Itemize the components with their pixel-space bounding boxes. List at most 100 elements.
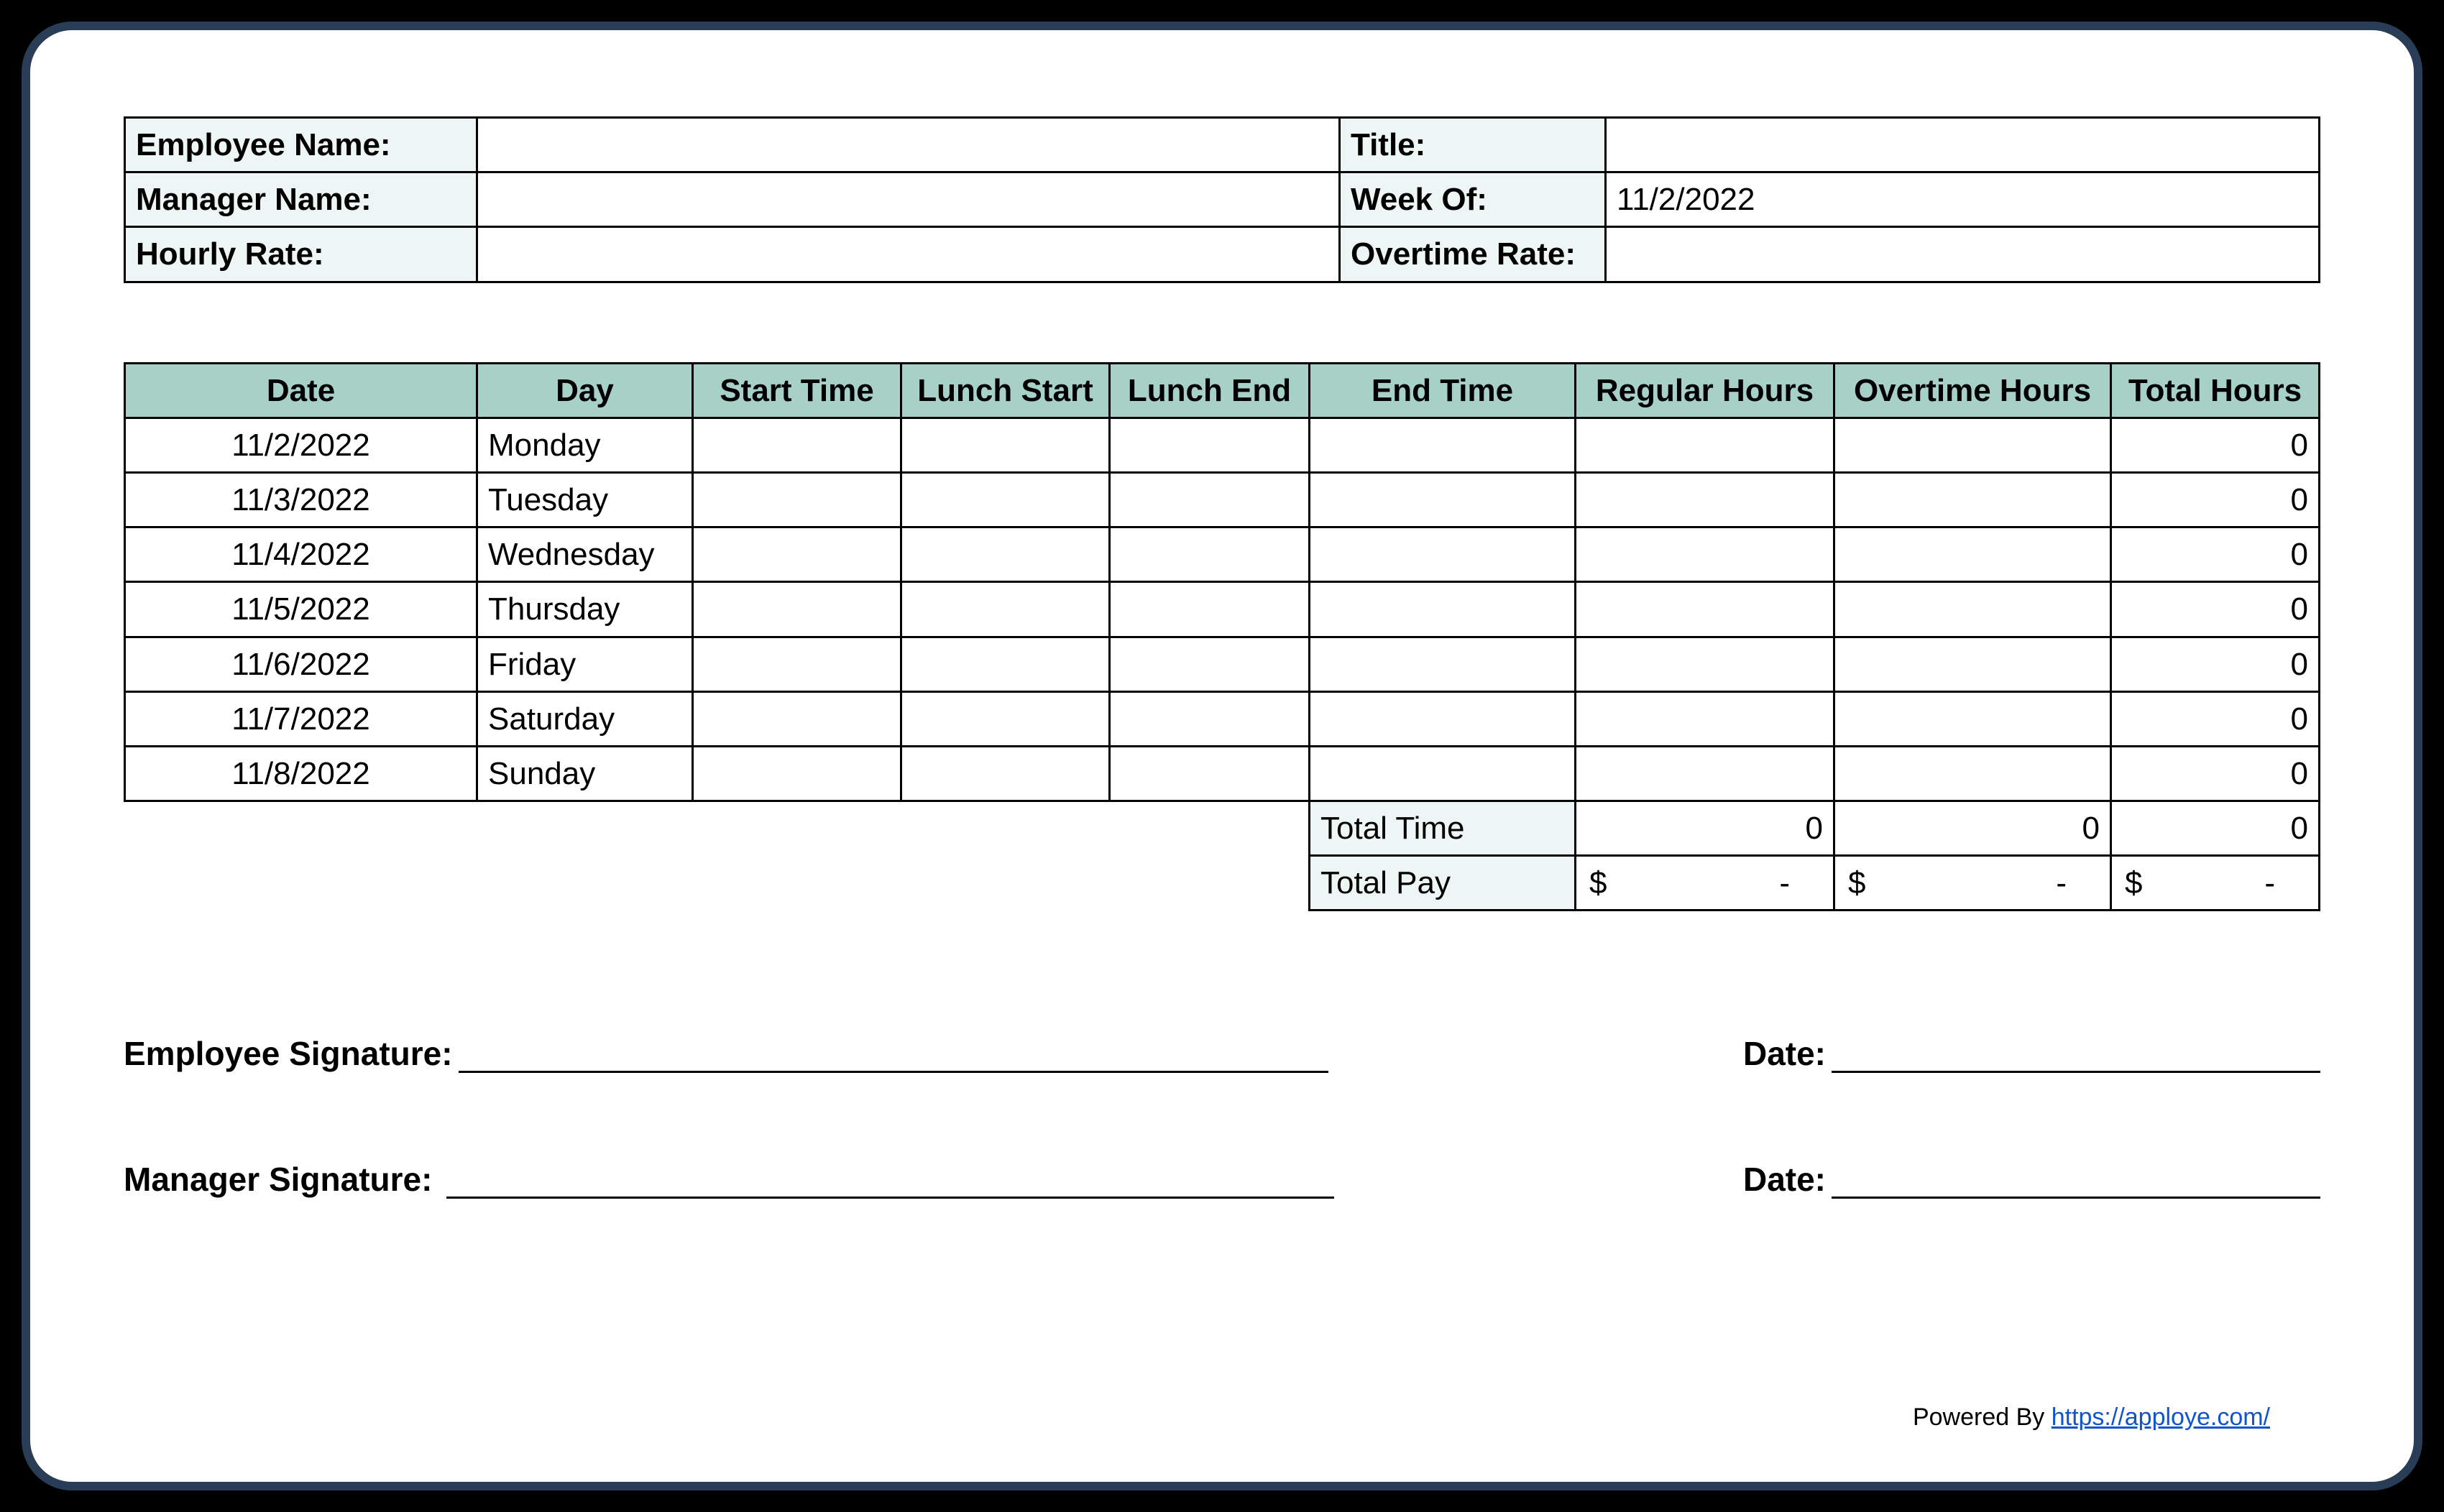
- employee-signature-date-line[interactable]: [1832, 1033, 2320, 1073]
- cell-overtime-hours[interactable]: [1834, 582, 2111, 637]
- cell-day: Wednesday: [477, 527, 693, 582]
- cell-regular-hours[interactable]: [1576, 472, 1834, 527]
- title-label: Title:: [1340, 118, 1606, 172]
- employee-name-value[interactable]: [477, 118, 1340, 172]
- timesheet-table: Date Day Start Time Lunch Start Lunch En…: [124, 362, 2320, 912]
- cell-lunch-start[interactable]: [901, 472, 1110, 527]
- pay-value: -: [2056, 862, 2067, 903]
- signatures: Employee Signature: Date: Manager Signat…: [124, 1033, 2320, 1199]
- total-time-regular: 0: [1576, 801, 1834, 856]
- cell-lunch-end[interactable]: [1110, 527, 1310, 582]
- cell-regular-hours[interactable]: [1576, 582, 1834, 637]
- col-end-time: End Time: [1310, 363, 1576, 418]
- cell-total-hours: 0: [2111, 746, 2320, 801]
- cell-end-time[interactable]: [1310, 637, 1576, 691]
- cell-regular-hours[interactable]: [1576, 691, 1834, 746]
- col-regular-hours: Regular Hours: [1576, 363, 1834, 418]
- overtime-rate-value[interactable]: [1606, 227, 2320, 282]
- total-pay-overtime: $ -: [1834, 856, 2111, 911]
- col-date: Date: [125, 363, 477, 418]
- cell-end-time[interactable]: [1310, 691, 1576, 746]
- total-time-total: 0: [2111, 801, 2320, 856]
- cell-lunch-end[interactable]: [1110, 691, 1310, 746]
- cell-day: Thursday: [477, 582, 693, 637]
- cell-regular-hours[interactable]: [1576, 418, 1834, 472]
- cell-lunch-start[interactable]: [901, 746, 1110, 801]
- col-start-time: Start Time: [693, 363, 901, 418]
- cell-lunch-start[interactable]: [901, 637, 1110, 691]
- total-time-label: Total Time: [1310, 801, 1576, 856]
- manager-signature-date-line[interactable]: [1832, 1159, 2320, 1199]
- cell-lunch-start[interactable]: [901, 418, 1110, 472]
- overtime-rate-label: Overtime Rate:: [1340, 227, 1606, 282]
- total-time-overtime: 0: [1834, 801, 2111, 856]
- cell-date: 11/8/2022: [125, 746, 477, 801]
- employee-signature-label: Employee Signature:: [124, 1034, 453, 1073]
- cell-date: 11/4/2022: [125, 527, 477, 582]
- cell-regular-hours[interactable]: [1576, 527, 1834, 582]
- manager-name-label: Manager Name:: [125, 172, 477, 227]
- cell-start-time[interactable]: [693, 746, 901, 801]
- cell-regular-hours[interactable]: [1576, 637, 1834, 691]
- hourly-rate-value[interactable]: [477, 227, 1340, 282]
- cell-overtime-hours[interactable]: [1834, 527, 2111, 582]
- table-row: 11/7/2022Saturday0: [125, 691, 2320, 746]
- cell-end-time[interactable]: [1310, 472, 1576, 527]
- cell-start-time[interactable]: [693, 582, 901, 637]
- cell-overtime-hours[interactable]: [1834, 418, 2111, 472]
- cell-overtime-hours[interactable]: [1834, 691, 2111, 746]
- footer-link[interactable]: https://apploye.com/: [2052, 1403, 2270, 1431]
- cell-day: Monday: [477, 418, 693, 472]
- table-row: 11/5/2022Thursday0: [125, 582, 2320, 637]
- cell-lunch-end[interactable]: [1110, 637, 1310, 691]
- employee-signature-line[interactable]: [459, 1033, 1328, 1073]
- hourly-rate-label: Hourly Rate:: [125, 227, 477, 282]
- currency-symbol: $: [1848, 865, 1865, 900]
- cell-lunch-start[interactable]: [901, 527, 1110, 582]
- cell-lunch-start[interactable]: [901, 691, 1110, 746]
- cell-day: Tuesday: [477, 472, 693, 527]
- total-pay-regular: $ -: [1576, 856, 1834, 911]
- cell-overtime-hours[interactable]: [1834, 746, 2111, 801]
- cell-total-hours: 0: [2111, 691, 2320, 746]
- cell-end-time[interactable]: [1310, 746, 1576, 801]
- cell-start-time[interactable]: [693, 418, 901, 472]
- week-of-value[interactable]: 11/2/2022: [1606, 172, 2320, 227]
- cell-overtime-hours[interactable]: [1834, 637, 2111, 691]
- week-of-label: Week Of:: [1340, 172, 1606, 227]
- col-total-hours: Total Hours: [2111, 363, 2320, 418]
- col-overtime-hours: Overtime Hours: [1834, 363, 2111, 418]
- cell-overtime-hours[interactable]: [1834, 472, 2111, 527]
- cell-start-time[interactable]: [693, 691, 901, 746]
- cell-lunch-start[interactable]: [901, 582, 1110, 637]
- cell-lunch-end[interactable]: [1110, 582, 1310, 637]
- document-frame: Employee Name: Title: Manager Name: Week…: [22, 22, 2422, 1490]
- cell-end-time[interactable]: [1310, 582, 1576, 637]
- cell-date: 11/3/2022: [125, 472, 477, 527]
- employee-name-label: Employee Name:: [125, 118, 477, 172]
- cell-total-hours: 0: [2111, 472, 2320, 527]
- cell-end-time[interactable]: [1310, 527, 1576, 582]
- total-pay-label: Total Pay: [1310, 856, 1576, 911]
- cell-start-time[interactable]: [693, 637, 901, 691]
- table-row: 11/8/2022Sunday0: [125, 746, 2320, 801]
- powered-by-text: Powered By: [1913, 1403, 2052, 1431]
- cell-total-hours: 0: [2111, 637, 2320, 691]
- cell-lunch-end[interactable]: [1110, 472, 1310, 527]
- cell-lunch-end[interactable]: [1110, 418, 1310, 472]
- currency-symbol: $: [2125, 865, 2142, 900]
- cell-start-time[interactable]: [693, 527, 901, 582]
- manager-signature-date-label: Date:: [1743, 1160, 1826, 1199]
- cell-date: 11/7/2022: [125, 691, 477, 746]
- cell-end-time[interactable]: [1310, 418, 1576, 472]
- cell-lunch-end[interactable]: [1110, 746, 1310, 801]
- col-day: Day: [477, 363, 693, 418]
- cell-regular-hours[interactable]: [1576, 746, 1834, 801]
- title-value[interactable]: [1606, 118, 2320, 172]
- pay-value: -: [1779, 862, 1790, 903]
- manager-name-value[interactable]: [477, 172, 1340, 227]
- pay-value: -: [2264, 862, 2275, 903]
- manager-signature-line[interactable]: [446, 1159, 1334, 1199]
- cell-start-time[interactable]: [693, 472, 901, 527]
- manager-signature-label: Manager Signature:: [124, 1160, 432, 1199]
